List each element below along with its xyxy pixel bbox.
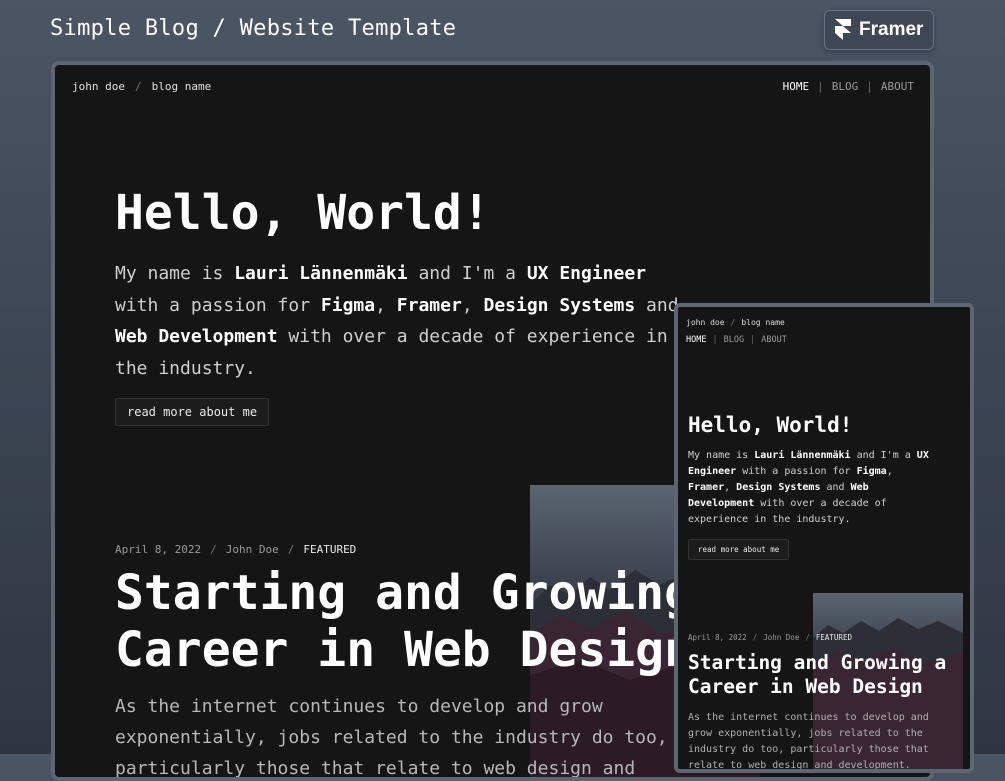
- post-excerpt: As the internet continues to develop and…: [115, 696, 668, 779]
- breadcrumb-author[interactable]: john doe: [686, 318, 725, 327]
- intro-highlight: Framer: [396, 294, 462, 316]
- intro-text: My name is: [688, 450, 755, 461]
- intro-text: My name is: [115, 263, 235, 284]
- breadcrumb: john doe / blog name: [72, 80, 211, 93]
- hero-intro: My name is Lauri Lännenmäki and I'm a UX…: [115, 258, 685, 384]
- mobile-hero-heading: Hello, World!: [688, 413, 853, 437]
- meta-separator: /: [210, 543, 217, 556]
- mobile-read-more-button[interactable]: read more about me: [688, 539, 790, 560]
- nav-home[interactable]: HOME: [783, 80, 810, 93]
- page-title: Simple Blog / Website Template: [50, 16, 457, 41]
- mobile-breadcrumb: john doe / blog name: [686, 318, 785, 327]
- intro-text: ,: [461, 294, 484, 316]
- intro-highlight: Web Development: [115, 326, 278, 347]
- post-tag[interactable]: FEATURED: [816, 633, 852, 642]
- nav-about[interactable]: ABOUT: [881, 80, 914, 93]
- intro-text: ,: [886, 466, 893, 477]
- post-title[interactable]: Starting and Growing a Career in Web Des…: [115, 565, 755, 679]
- mobile-nav: HOME | BLOG | ABOUT: [686, 335, 787, 345]
- main-nav: HOME | BLOG | ABOUT: [783, 80, 914, 93]
- framer-label: Framer: [859, 19, 924, 40]
- post-author[interactable]: John Doe: [226, 543, 279, 556]
- intro-text: ,: [724, 482, 737, 493]
- mobile-post-excerpt: As the internet continues to develop and…: [688, 712, 929, 771]
- mobile-post-meta: April 8, 2022 / John Doe / FEATURED: [688, 633, 852, 642]
- mobile-preview: john doe / blog name HOME | BLOG | ABOUT Hello…: [674, 303, 974, 773]
- nav-home[interactable]: HOME: [686, 335, 706, 345]
- nav-separator: |: [817, 80, 824, 93]
- meta-separator: /: [752, 633, 758, 642]
- nav-about[interactable]: ABOUT: [761, 335, 787, 345]
- intro-highlight: Design Systems: [736, 482, 821, 493]
- intro-highlight: Design Systems: [483, 294, 636, 316]
- intro-text: with a passion for: [115, 294, 321, 316]
- read-more-button[interactable]: read more about me: [115, 398, 270, 426]
- post-meta: April 8, 2022 / John Doe / FEATURED: [115, 543, 356, 556]
- breadcrumb-blog[interactable]: blog name: [741, 318, 784, 327]
- intro-text: ,: [375, 294, 397, 316]
- post-date: April 8, 2022: [115, 543, 202, 556]
- intro-highlight: UX Engineer: [526, 263, 647, 284]
- breadcrumb-author[interactable]: john doe: [72, 80, 125, 93]
- intro-highlight: Framer: [688, 482, 725, 493]
- intro-highlight: Figma: [320, 294, 376, 316]
- framer-badge[interactable]: Framer: [824, 10, 934, 50]
- nav-blog[interactable]: BLOG: [832, 80, 859, 93]
- intro-text: with a passion for: [736, 466, 857, 477]
- framer-logo-icon: [835, 19, 851, 40]
- nav-separator: |: [866, 80, 873, 93]
- nav-separator: |: [712, 335, 718, 345]
- intro-highlight: Figma: [856, 466, 887, 477]
- post-tag[interactable]: FEATURED: [303, 543, 356, 556]
- post-author[interactable]: John Doe: [763, 633, 799, 642]
- nav-separator: |: [750, 335, 756, 345]
- intro-text: and I'm a: [850, 450, 917, 461]
- intro-highlight: Lauri Lännenmäki: [234, 263, 408, 284]
- mobile-hero-intro: My name is Lauri Lännenmäki and I'm a UX…: [688, 448, 938, 528]
- breadcrumb-separator: /: [134, 80, 142, 93]
- hero-heading: Hello, World!: [115, 185, 491, 241]
- intro-text: and I'm a: [407, 263, 527, 284]
- mobile-post-title[interactable]: Starting and Growing a Career in Web Des…: [688, 651, 963, 698]
- breadcrumb-separator: /: [730, 318, 736, 327]
- nav-blog[interactable]: BLOG: [724, 335, 744, 345]
- intro-text: and: [635, 294, 679, 316]
- post-date: April 8, 2022: [688, 633, 747, 642]
- intro-text: and: [820, 482, 851, 493]
- meta-separator: /: [805, 633, 810, 642]
- meta-separator: /: [287, 543, 295, 556]
- breadcrumb-blog[interactable]: blog name: [152, 80, 212, 93]
- intro-highlight: Lauri Lännenmäki: [754, 450, 851, 461]
